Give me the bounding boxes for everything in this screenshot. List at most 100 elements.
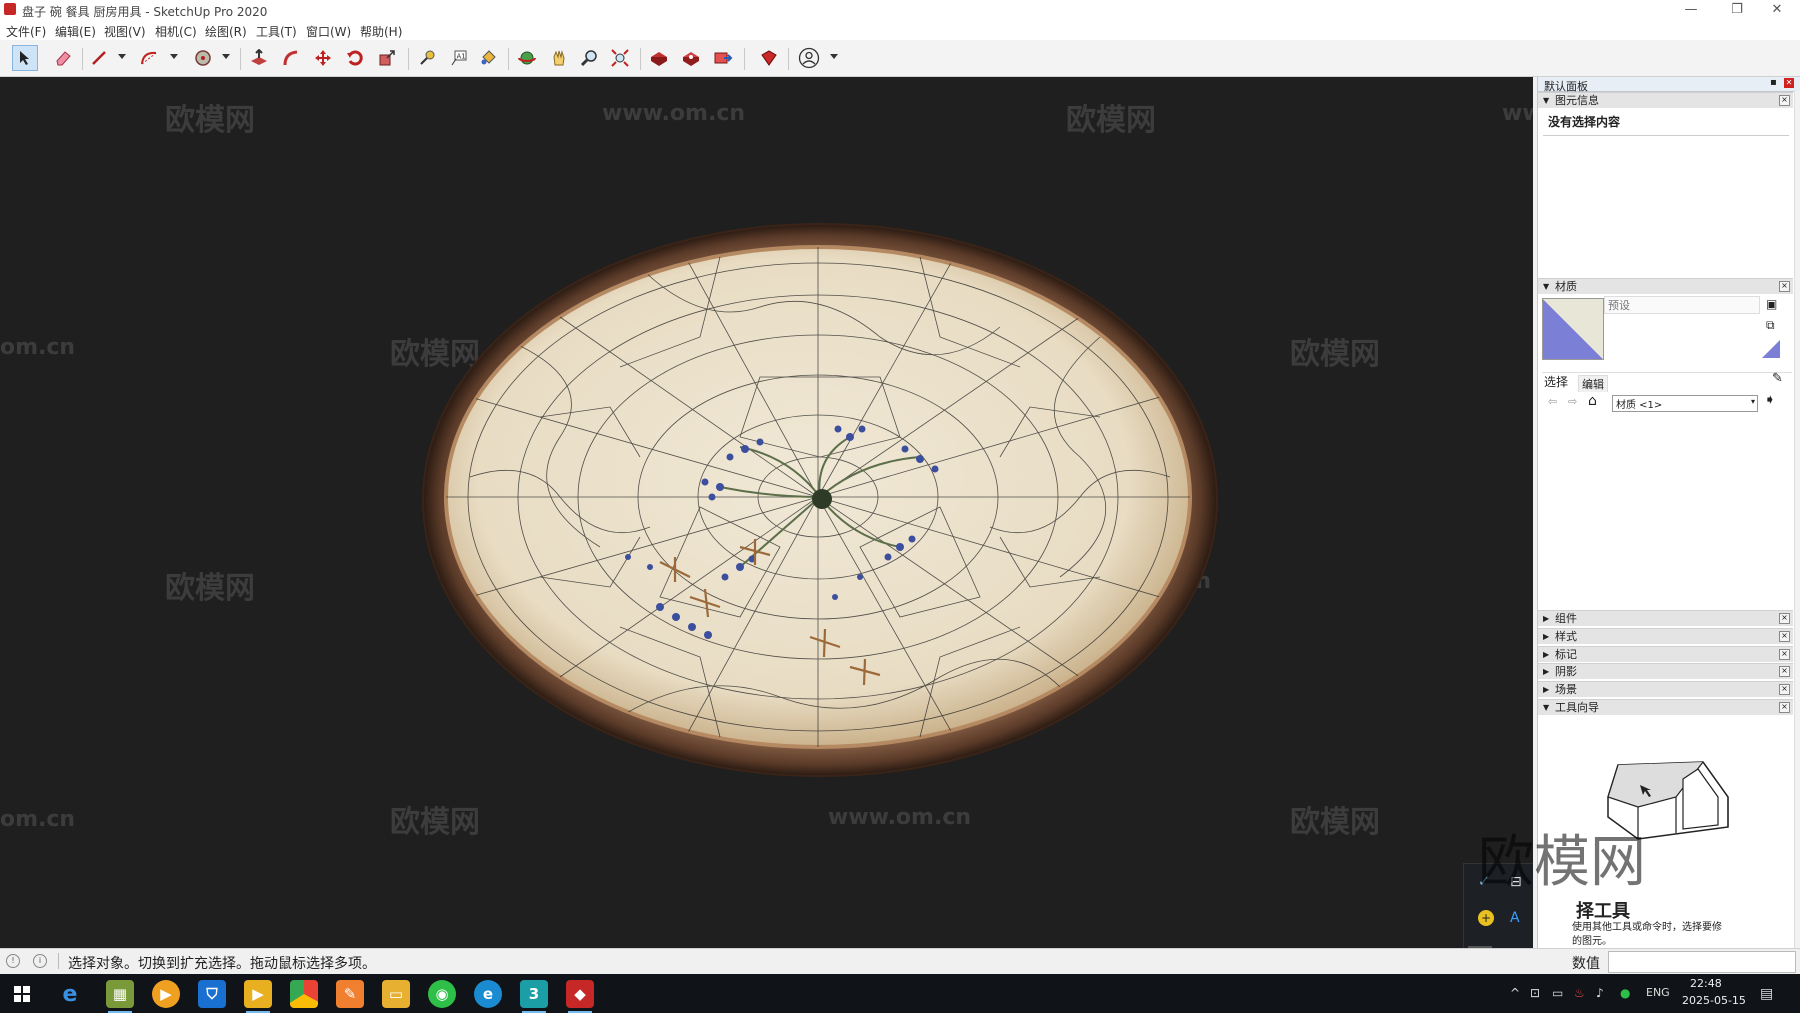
security-shield-icon[interactable]: ⛉ [198, 980, 226, 1008]
push-pull-tool-icon[interactable] [246, 45, 272, 71]
zoom-extents-tool-icon[interactable] [607, 45, 633, 71]
menu-draw[interactable]: 绘图(R) [205, 23, 247, 40]
video-app-icon[interactable]: ▶ [244, 980, 272, 1013]
material-name-field[interactable] [1604, 296, 1760, 314]
menu-tools[interactable]: 工具(T) [256, 23, 297, 40]
materials-header[interactable]: ▼ 材质 × [1538, 278, 1793, 294]
menu-window[interactable]: 窗口(W) [306, 23, 351, 40]
details-arrow-icon[interactable]: ➧ [1764, 392, 1776, 408]
menu-file[interactable]: 文件(F) [6, 23, 46, 40]
plate-model[interactable] [0, 77, 1533, 948]
tray-close-icon[interactable]: ✕ [1784, 78, 1794, 88]
section-close-icon[interactable]: × [1779, 666, 1790, 677]
back-arrow-icon[interactable]: ⇦ [1548, 395, 1557, 408]
clock-time[interactable]: 22:48 [1690, 977, 1722, 990]
components-header[interactable]: ▶ 组件 × [1538, 610, 1793, 626]
arc-tool-icon[interactable] [136, 45, 162, 71]
section-close-icon[interactable]: × [1779, 631, 1790, 642]
section-close-icon[interactable]: × [1779, 281, 1790, 292]
menu-edit[interactable]: 编辑(E) [55, 23, 96, 40]
extension-warehouse-icon[interactable] [678, 45, 704, 71]
windows-start-icon[interactable] [8, 980, 36, 1008]
paint-bucket-tool-icon[interactable] [476, 45, 502, 71]
eraser-tool-icon[interactable] [50, 45, 76, 71]
clock-date[interactable]: 2025-05-15 [1682, 994, 1746, 1007]
display-secondary-sampler-icon[interactable]: ▣ [1766, 297, 1777, 311]
menu-camera[interactable]: 相机(C) [155, 23, 197, 40]
tray-device-icon[interactable]: ⊡ [1530, 986, 1540, 1000]
geo-location-icon[interactable]: ! [6, 954, 20, 968]
pan-tool-icon[interactable] [546, 45, 572, 71]
tape-measure-tool-icon[interactable] [414, 45, 440, 71]
text-tool-icon[interactable]: A1 [446, 45, 472, 71]
tray-alert-icon[interactable]: ♨ [1574, 986, 1585, 1000]
styles-header[interactable]: ▶ 样式 × [1538, 628, 1793, 644]
shape-tool-dropdown-icon[interactable] [222, 54, 230, 59]
arc-tool-dropdown-icon[interactable] [170, 54, 178, 59]
menu-help[interactable]: 帮助(H) [360, 23, 402, 40]
orbit-tool-icon[interactable] [514, 45, 540, 71]
notification-center-icon[interactable]: ▤ [1760, 986, 1773, 1002]
3d-warehouse-icon[interactable] [646, 45, 672, 71]
sample-paint-icon[interactable]: ✎ [1772, 371, 1783, 386]
chrome-icon[interactable] [290, 980, 318, 1008]
tab-select[interactable]: 选择 [1544, 373, 1568, 390]
shadows-header[interactable]: ▶ 阴影 × [1538, 663, 1793, 679]
network-icon[interactable]: ▭ [1552, 986, 1563, 1000]
info-icon[interactable]: i [33, 954, 47, 968]
volume-icon[interactable]: ♪ [1596, 986, 1604, 1000]
wechat-icon[interactable]: ◉ [428, 980, 456, 1008]
line-tool-icon[interactable] [86, 45, 112, 71]
minimize-button[interactable]: — [1668, 0, 1714, 20]
wechat-tray-icon[interactable]: ● [1620, 986, 1630, 1000]
material-swatch[interactable] [1542, 298, 1604, 360]
media-player-icon[interactable]: ▶ [152, 980, 180, 1008]
library-value: 材质 <1> [1616, 400, 1663, 411]
send-to-layout-icon[interactable] [710, 45, 736, 71]
create-material-icon[interactable]: ⧉ [1766, 318, 1775, 333]
account-dropdown-icon[interactable] [830, 54, 838, 59]
tray-plus-icon[interactable]: + [1478, 910, 1494, 926]
model-viewport[interactable]: 欧模网 www.om.cn 欧模网 www.om.cn om.cn 欧模网 ww… [0, 77, 1533, 948]
extension-manager-icon[interactable] [756, 45, 782, 71]
entity-info-header[interactable]: ▼ 图元信息 × [1538, 92, 1793, 108]
forward-arrow-icon[interactable]: ⇨ [1568, 395, 1577, 408]
windows-taskbar: e ▦ ▶ ⛉ ▶ ✎ ▭ ◉ e 3 ◆ ^ ⊡ ▭ ♨ ♪ ● ENG 22… [0, 974, 1800, 1013]
instructor-header[interactable]: ▼ 工具向导 × [1538, 699, 1793, 715]
edge-browser-icon[interactable]: e [474, 980, 502, 1008]
account-icon[interactable] [796, 45, 822, 71]
file-explorer-icon[interactable]: ▭ [382, 980, 410, 1008]
material-library-select[interactable]: 材质 <1> ▾ [1612, 395, 1758, 412]
follow-me-tool-icon[interactable] [278, 45, 304, 71]
minecraft-app-icon[interactable]: ▦ [106, 980, 134, 1013]
section-close-icon[interactable]: × [1779, 95, 1790, 106]
show-hidden-icons-icon[interactable]: ^ [1510, 986, 1520, 1000]
tray-scrollbar[interactable] [1794, 91, 1800, 948]
move-tool-icon[interactable] [310, 45, 336, 71]
scenes-header[interactable]: ▶ 场景 × [1538, 681, 1793, 697]
section-close-icon[interactable]: × [1779, 649, 1790, 660]
section-close-icon[interactable]: × [1779, 684, 1790, 695]
menu-view[interactable]: 视图(V) [104, 23, 146, 40]
photo-app-icon[interactable]: ✎ [336, 980, 364, 1008]
default-material-icon[interactable] [1762, 340, 1780, 358]
shape-tool-icon[interactable] [190, 45, 216, 71]
select-tool-icon[interactable] [12, 45, 38, 71]
tray-a-icon[interactable]: A [1510, 910, 1520, 926]
input-language[interactable]: ENG [1646, 986, 1670, 999]
section-close-icon[interactable]: × [1779, 613, 1790, 624]
internet-explorer-icon[interactable]: e [56, 980, 84, 1008]
home-icon[interactable]: ⌂ [1588, 393, 1597, 409]
tab-edit[interactable]: 编辑 [1578, 375, 1608, 392]
pin-icon[interactable]: ▪ [1770, 77, 1777, 88]
section-close-icon[interactable]: × [1779, 702, 1790, 713]
tags-header[interactable]: ▶ 标记 × [1538, 646, 1793, 662]
close-button[interactable]: ✕ [1754, 0, 1800, 20]
zoom-tool-icon[interactable] [576, 45, 602, 71]
scale-tool-icon[interactable] [374, 45, 400, 71]
line-tool-dropdown-icon[interactable] [118, 54, 126, 59]
measurements-input[interactable] [1608, 951, 1796, 973]
3dsmax-icon[interactable]: 3 [520, 980, 548, 1013]
sketchup-taskbar-icon[interactable]: ◆ [566, 980, 594, 1013]
rotate-tool-icon[interactable] [342, 45, 368, 71]
